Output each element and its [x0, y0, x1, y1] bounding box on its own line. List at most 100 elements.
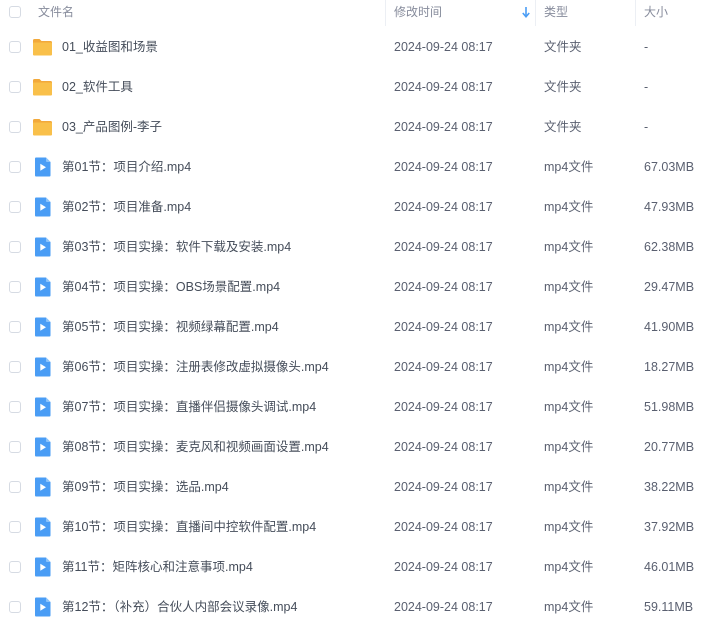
file-row[interactable]: 第05节：项目实操：视频绿幕配置.mp4 2024-09-24 08:17 mp4文… [0, 307, 719, 347]
file-name[interactable]: 第06节：项目实操：注册表修改虚拟摄像头.mp4 [62, 347, 329, 387]
folder-icon [32, 117, 53, 137]
row-checkbox[interactable] [9, 441, 21, 453]
folder-icon [32, 77, 53, 97]
row-checkbox[interactable] [9, 81, 21, 93]
file-row[interactable]: 第10节：项目实操：直播间中控软件配置.mp4 2024-09-24 08:17 m… [0, 507, 719, 547]
video-file-icon [32, 237, 53, 257]
file-row[interactable]: 第03节：项目实操：软件下载及安装.mp4 2024-09-24 08:17 mp4… [0, 227, 719, 267]
file-type: 文件夹 [544, 40, 582, 54]
file-size: 62.38MB [644, 240, 695, 254]
file-name[interactable]: 第10节：项目实操：直播间中控软件配置.mp4 [62, 507, 316, 547]
file-name[interactable]: 第02节：项目准备.mp4 [62, 187, 191, 227]
file-type: mp4文件 [544, 360, 594, 374]
file-row[interactable]: 第06节：项目实操：注册表修改虚拟摄像头.mp4 2024-09-24 08:17… [0, 347, 719, 387]
file-row[interactable]: 第07节：项目实操：直播伴侣摄像头调试.mp4 2024-09-24 08:17 m… [0, 387, 719, 427]
file-size: - [644, 80, 649, 94]
row-checkbox[interactable] [9, 361, 21, 373]
video-file-icon [32, 437, 53, 457]
file-size: 47.93MB [644, 200, 695, 214]
header-divider[interactable] [635, 0, 636, 26]
file-name[interactable]: 03_产品图例-李子 [62, 107, 162, 147]
modified-time: 2024-09-24 08:17 [394, 120, 493, 134]
file-size: 20.77MB [644, 440, 695, 454]
file-row[interactable]: 第04节：项目实操：OBS场景配置.mp4 2024-09-24 08:17 mp4… [0, 267, 719, 307]
file-name[interactable]: 第11节：矩阵核心和注意事项.mp4 [62, 547, 253, 587]
file-type: mp4文件 [544, 520, 594, 534]
modified-time: 2024-09-24 08:17 [394, 240, 493, 254]
row-checkbox[interactable] [9, 321, 21, 333]
video-file-icon [32, 517, 53, 537]
file-name[interactable]: 02_软件工具 [62, 67, 133, 107]
file-name[interactable]: 第12节：（补充）合伙人内部会议录像.mp4 [62, 587, 297, 627]
file-row[interactable]: 第11节：矩阵核心和注意事项.mp4 2024-09-24 08:17 mp4文件 4… [0, 547, 719, 587]
file-type: 文件夹 [544, 80, 582, 94]
row-checkbox[interactable] [9, 241, 21, 253]
file-row[interactable]: 第02节：项目准备.mp4 2024-09-24 08:17 mp4文件 47.93M… [0, 187, 719, 227]
modified-time: 2024-09-24 08:17 [394, 200, 493, 214]
file-size: 46.01MB [644, 560, 695, 574]
file-name[interactable]: 第09节：项目实操：选品.mp4 [62, 467, 229, 507]
column-header: 文件名 修改时间 类型 大小 [0, 0, 719, 26]
file-size: 67.03MB [644, 160, 695, 174]
modified-time: 2024-09-24 08:17 [394, 80, 493, 94]
file-size: 29.47MB [644, 280, 695, 294]
file-size: 37.92MB [644, 520, 695, 534]
row-checkbox[interactable] [9, 41, 21, 53]
row-checkbox[interactable] [9, 601, 21, 613]
file-type: mp4文件 [544, 480, 594, 494]
header-type[interactable]: 类型 [544, 0, 568, 26]
file-row[interactable]: 01_收益图和场景 2024-09-24 08:17 文件夹 - [0, 27, 719, 67]
file-row[interactable]: 第08节：项目实操：麦克风和视频画面设置.mp4 2024-09-24 08:17… [0, 427, 719, 467]
header-modified-time[interactable]: 修改时间 [394, 0, 442, 26]
modified-time: 2024-09-24 08:17 [394, 560, 493, 574]
file-list: 01_收益图和场景 2024-09-24 08:17 文件夹 - 02_软件工具 2024… [0, 27, 719, 627]
file-name[interactable]: 第08节：项目实操：麦克风和视频画面设置.mp4 [62, 427, 329, 467]
modified-time: 2024-09-24 08:17 [394, 320, 493, 334]
video-file-icon [32, 397, 53, 417]
row-checkbox[interactable] [9, 561, 21, 573]
arrow-down-icon[interactable] [521, 5, 531, 19]
modified-time: 2024-09-24 08:17 [394, 600, 493, 614]
file-size: 59.11MB [644, 600, 694, 614]
file-type: 文件夹 [544, 120, 582, 134]
row-checkbox[interactable] [9, 401, 21, 413]
video-file-icon [32, 157, 53, 177]
file-row[interactable]: 第09节：项目实操：选品.mp4 2024-09-24 08:17 mp4文件 38.… [0, 467, 719, 507]
file-row[interactable]: 03_产品图例-李子 2024-09-24 08:17 文件夹 - [0, 107, 719, 147]
row-checkbox[interactable] [9, 201, 21, 213]
row-checkbox[interactable] [9, 521, 21, 533]
file-type: mp4文件 [544, 320, 594, 334]
select-all-checkbox[interactable] [9, 6, 21, 18]
row-checkbox[interactable] [9, 281, 21, 293]
header-name[interactable]: 文件名 [38, 0, 74, 26]
modified-time: 2024-09-24 08:17 [394, 160, 493, 174]
file-name[interactable]: 第04节：项目实操：OBS场景配置.mp4 [62, 267, 280, 307]
file-type: mp4文件 [544, 440, 594, 454]
file-size: 51.98MB [644, 400, 695, 414]
header-size[interactable]: 大小 [644, 0, 668, 26]
row-checkbox[interactable] [9, 121, 21, 133]
file-name[interactable]: 01_收益图和场景 [62, 27, 158, 67]
video-file-icon [32, 597, 53, 617]
modified-time: 2024-09-24 08:17 [394, 440, 493, 454]
file-row[interactable]: 第12节：（补充）合伙人内部会议录像.mp4 2024-09-24 08:17 mp… [0, 587, 719, 627]
modified-time: 2024-09-24 08:17 [394, 520, 493, 534]
file-size: 38.22MB [644, 480, 695, 494]
header-divider[interactable] [535, 0, 536, 26]
row-checkbox[interactable] [9, 161, 21, 173]
file-name[interactable]: 第03节：项目实操：软件下载及安装.mp4 [62, 227, 291, 267]
video-file-icon [32, 477, 53, 497]
file-row[interactable]: 02_软件工具 2024-09-24 08:17 文件夹 - [0, 67, 719, 107]
file-size: - [644, 120, 649, 134]
file-name[interactable]: 第07节：项目实操：直播伴侣摄像头调试.mp4 [62, 387, 316, 427]
row-checkbox[interactable] [9, 481, 21, 493]
header-divider[interactable] [385, 0, 386, 26]
file-name[interactable]: 第01节：项目介绍.mp4 [62, 147, 191, 187]
file-name[interactable]: 第05节：项目实操：视频绿幕配置.mp4 [62, 307, 279, 347]
file-type: mp4文件 [544, 280, 594, 294]
file-type: mp4文件 [544, 160, 594, 174]
file-size: - [644, 40, 649, 54]
video-file-icon [32, 357, 53, 377]
file-type: mp4文件 [544, 240, 594, 254]
file-row[interactable]: 第01节：项目介绍.mp4 2024-09-24 08:17 mp4文件 67.03M… [0, 147, 719, 187]
